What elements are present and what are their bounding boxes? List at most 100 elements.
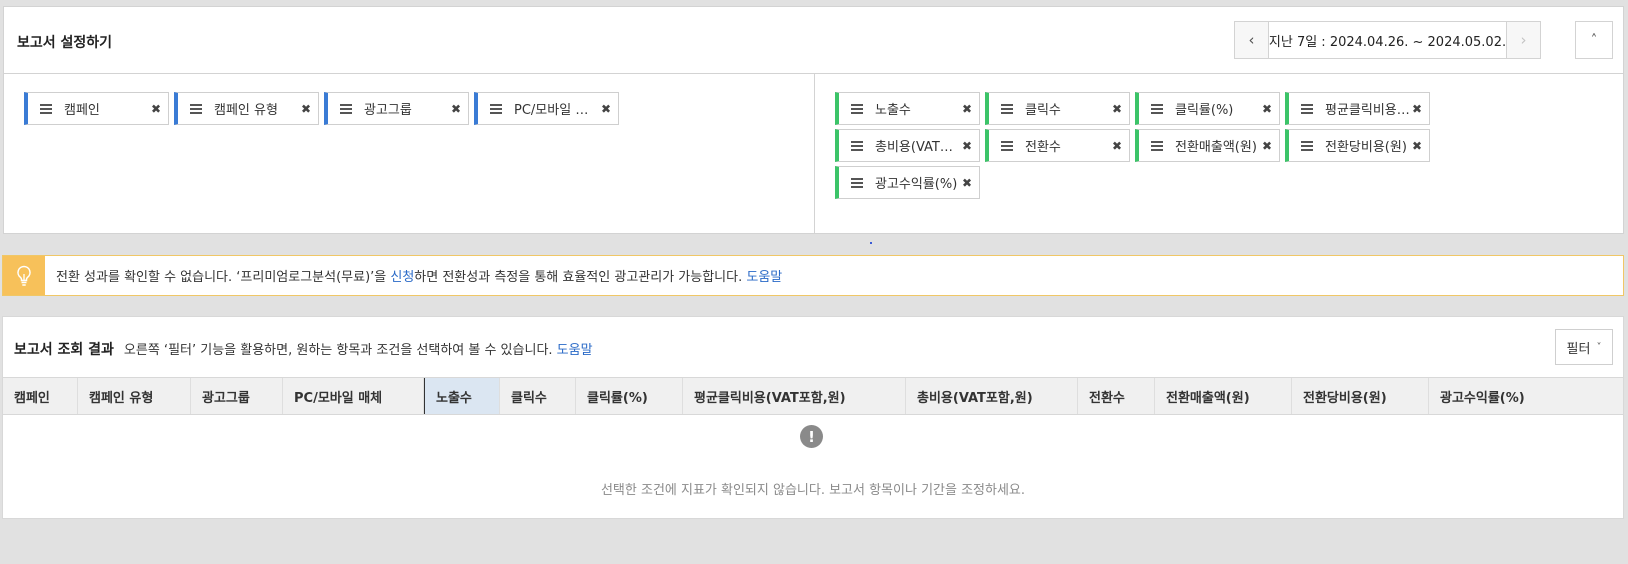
drag-handle-icon[interactable] bbox=[40, 103, 52, 114]
empty-results-message: 선택한 조건에 지표가 확인되지 않습니다. 보고서 항목이나 기간을 조정하세… bbox=[600, 483, 1026, 498]
results-header: 보고서 조회 결과 오른쪽 ‘필터’ 기능을 활용하면, 원하는 항목과 조건을… bbox=[14, 339, 593, 359]
lightbulb-icon bbox=[3, 256, 45, 295]
results-description-text: 오른쪽 ‘필터’ 기능을 활용하면, 원하는 항목과 조건을 선택하여 볼 수 … bbox=[123, 343, 557, 358]
metric-chip[interactable]: 전환수 ✖ bbox=[985, 129, 1130, 162]
collapse-settings-button[interactable]: ˄ bbox=[1575, 21, 1613, 59]
chevron-right-icon: › bbox=[1520, 31, 1527, 49]
column-header[interactable]: 클릭률(%) bbox=[576, 378, 683, 414]
report-results-panel: 보고서 조회 결과 오른쪽 ‘필터’ 기능을 활용하면, 원하는 항목과 조건을… bbox=[2, 316, 1624, 519]
metric-chip[interactable]: 클릭수 ✖ bbox=[985, 92, 1130, 125]
notice-text-part2: 하면 전환성과 측정을 통해 효율적인 광고관리가 가능합니다. bbox=[414, 270, 747, 285]
remove-chip-icon[interactable]: ✖ bbox=[1262, 102, 1272, 116]
results-description: 오른쪽 ‘필터’ 기능을 활용하면, 원하는 항목과 조건을 선택하여 볼 수 … bbox=[124, 339, 593, 358]
column-header[interactable]: 총비용(VAT포함,원) bbox=[906, 378, 1078, 414]
remove-chip-icon[interactable]: ✖ bbox=[962, 102, 972, 116]
chip-label: 노출수 bbox=[875, 103, 911, 118]
drag-handle-icon[interactable] bbox=[1151, 103, 1163, 114]
notice-text-part1: 전환 성과를 확인할 수 없습니다. ‘프리미엄로그분석(무료)’을 bbox=[56, 270, 391, 285]
remove-chip-icon[interactable]: ✖ bbox=[151, 102, 161, 116]
chip-label: 전환당비용(원) bbox=[1325, 140, 1407, 155]
chip-label: 캠페인 bbox=[64, 103, 100, 118]
report-settings-title: 보고서 설정하기 bbox=[17, 35, 113, 51]
drag-handle-icon[interactable] bbox=[190, 103, 202, 114]
conversion-notice-bar: 전환 성과를 확인할 수 없습니다. ‘프리미엄로그분석(무료)’을 신청하면 … bbox=[2, 255, 1624, 296]
decorative-dot bbox=[870, 242, 872, 244]
drag-handle-icon[interactable] bbox=[851, 177, 863, 188]
remove-chip-icon[interactable]: ✖ bbox=[1412, 102, 1422, 116]
remove-chip-icon[interactable]: ✖ bbox=[1112, 139, 1122, 153]
drag-handle-icon[interactable] bbox=[340, 103, 352, 114]
filter-button[interactable]: 필터 ˅ bbox=[1555, 329, 1613, 365]
metric-chip[interactable]: 전환매출액(원) ✖ bbox=[1135, 129, 1280, 162]
remove-chip-icon[interactable]: ✖ bbox=[962, 139, 972, 153]
report-settings-header: 보고서 설정하기 ‹ 지난 7일 : 2024.04.26. ~ 2024.05… bbox=[4, 7, 1623, 74]
column-header[interactable]: 캠페인 유형 bbox=[78, 378, 191, 414]
drag-handle-icon[interactable] bbox=[1001, 140, 1013, 151]
chevron-up-icon: ˄ bbox=[1590, 32, 1598, 48]
column-header[interactable]: 광고수익률(%) bbox=[1429, 378, 1623, 414]
remove-chip-icon[interactable]: ✖ bbox=[1112, 102, 1122, 116]
chip-label: PC/모바일 매체 bbox=[514, 103, 599, 118]
chip-label: 총비용(VAT포함,원) bbox=[875, 140, 960, 155]
dimension-chip[interactable]: 캠페인 ✖ bbox=[24, 92, 169, 125]
column-header-active[interactable]: 노출수 bbox=[424, 378, 500, 414]
remove-chip-icon[interactable]: ✖ bbox=[1412, 139, 1422, 153]
remove-chip-icon[interactable]: ✖ bbox=[451, 102, 461, 116]
drag-handle-icon[interactable] bbox=[1001, 103, 1013, 114]
metric-chip[interactable]: 노출수 ✖ bbox=[835, 92, 980, 125]
metric-chip[interactable]: 전환당비용(원) ✖ bbox=[1285, 129, 1430, 162]
drag-handle-icon[interactable] bbox=[1301, 140, 1313, 151]
column-header[interactable]: 전환당비용(원) bbox=[1292, 378, 1429, 414]
results-help-link[interactable]: 도움말 bbox=[557, 343, 593, 358]
dimension-chip-list: 캠페인 ✖ 캠페인 유형 ✖ 광고그룹 ✖ PC/모바일 매체 ✖ bbox=[24, 92, 784, 125]
column-header[interactable]: 클릭수 bbox=[500, 378, 576, 414]
chip-label: 광고그룹 bbox=[364, 103, 412, 118]
column-header[interactable]: 전환수 bbox=[1078, 378, 1155, 414]
filter-button-label: 필터 bbox=[1566, 341, 1591, 357]
apply-link[interactable]: 신청 bbox=[390, 270, 414, 285]
column-divider bbox=[814, 74, 815, 233]
next-period-button[interactable]: › bbox=[1506, 22, 1540, 58]
dimension-chip[interactable]: 광고그룹 ✖ bbox=[324, 92, 469, 125]
report-settings-body: 캠페인 ✖ 캠페인 유형 ✖ 광고그룹 ✖ PC/모바일 매체 ✖ 노출수 ✖ … bbox=[4, 74, 1623, 233]
remove-chip-icon[interactable]: ✖ bbox=[1262, 139, 1272, 153]
chip-label: 평균클릭비용(VAT포함,원) bbox=[1325, 103, 1410, 118]
metric-chip[interactable]: 광고수익률(%) ✖ bbox=[835, 166, 980, 199]
drag-handle-icon[interactable] bbox=[1151, 140, 1163, 151]
date-range-label[interactable]: 지난 7일 : 2024.04.26. ~ 2024.05.02. bbox=[1269, 22, 1506, 58]
alert-circle-icon: ! bbox=[800, 425, 823, 448]
drag-handle-icon[interactable] bbox=[851, 140, 863, 151]
chip-label: 클릭수 bbox=[1025, 103, 1061, 118]
chip-label: 클릭률(%) bbox=[1175, 103, 1234, 118]
column-header[interactable]: 평균클릭비용(VAT포함,원) bbox=[683, 378, 906, 414]
remove-chip-icon[interactable]: ✖ bbox=[301, 102, 311, 116]
remove-chip-icon[interactable]: ✖ bbox=[601, 102, 611, 116]
previous-period-button[interactable]: ‹ bbox=[1235, 22, 1269, 58]
metric-chip[interactable]: 클릭률(%) ✖ bbox=[1135, 92, 1280, 125]
column-header[interactable]: 광고그룹 bbox=[191, 378, 283, 414]
chevron-left-icon: ‹ bbox=[1248, 31, 1255, 49]
metric-chip[interactable]: 총비용(VAT포함,원) ✖ bbox=[835, 129, 980, 162]
notice-message: 전환 성과를 확인할 수 없습니다. ‘프리미엄로그분석(무료)’을 신청하면 … bbox=[56, 266, 782, 285]
column-header[interactable]: 전환매출액(원) bbox=[1155, 378, 1292, 414]
chip-label: 광고수익률(%) bbox=[875, 177, 958, 192]
drag-handle-icon[interactable] bbox=[851, 103, 863, 114]
drag-handle-icon[interactable] bbox=[1301, 103, 1313, 114]
report-settings-panel: 보고서 설정하기 ‹ 지난 7일 : 2024.04.26. ~ 2024.05… bbox=[3, 6, 1624, 234]
metric-chip[interactable]: 평균클릭비용(VAT포함,원) ✖ bbox=[1285, 92, 1430, 125]
results-table-header: 캠페인 캠페인 유형 광고그룹 PC/모바일 매체 노출수 클릭수 클릭률(%)… bbox=[3, 377, 1623, 415]
metric-chip-list: 노출수 ✖ 클릭수 ✖ 클릭률(%) ✖ 평균클릭비용(VAT포함,원) ✖ 총… bbox=[835, 92, 1575, 199]
chip-label: 전환수 bbox=[1025, 140, 1061, 155]
date-range-navigator: ‹ 지난 7일 : 2024.04.26. ~ 2024.05.02. › bbox=[1234, 21, 1541, 59]
dimension-chip[interactable]: 캠페인 유형 ✖ bbox=[174, 92, 319, 125]
notice-help-link[interactable]: 도움말 bbox=[746, 270, 782, 285]
column-header[interactable]: 캠페인 bbox=[3, 378, 78, 414]
chip-label: 캠페인 유형 bbox=[214, 103, 278, 118]
remove-chip-icon[interactable]: ✖ bbox=[962, 176, 972, 190]
column-header[interactable]: PC/모바일 매체 bbox=[283, 378, 424, 414]
results-title: 보고서 조회 결과 bbox=[14, 342, 114, 358]
chevron-down-icon: ˅ bbox=[1596, 341, 1602, 353]
dimension-chip[interactable]: PC/모바일 매체 ✖ bbox=[474, 92, 619, 125]
chip-label: 전환매출액(원) bbox=[1175, 140, 1257, 155]
drag-handle-icon[interactable] bbox=[490, 103, 502, 114]
